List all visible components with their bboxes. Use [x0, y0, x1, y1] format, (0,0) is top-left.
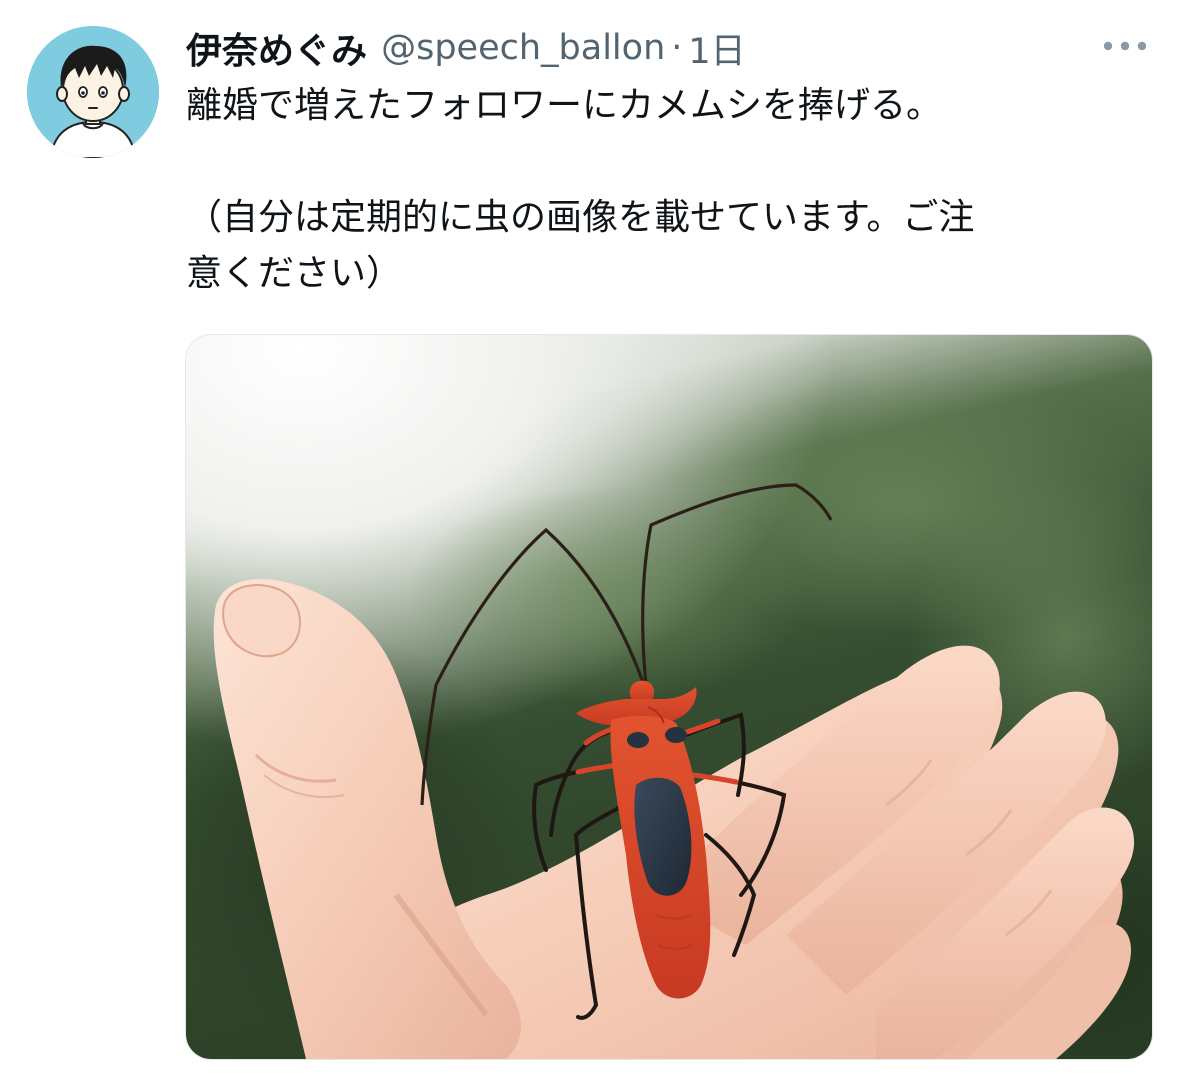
tweet[interactable]: 伊奈めぐみ @speech_ballon · 1日 離婚で増えたフォロワーにカメ…: [0, 0, 1179, 1076]
more-horizontal-icon: [1103, 41, 1147, 51]
tweet-text-line: （自分は定期的に虫の画像を載せています。ご注: [186, 197, 975, 238]
tweet-text-line: 離婚で増えたフォロワーにカメムシを捧げる。: [186, 85, 943, 126]
tweet-text: 離婚で増えたフォロワーにカメムシを捧げる。 （自分は定期的に虫の画像を載せていま…: [186, 78, 1146, 302]
tweet-image[interactable]: [185, 334, 1153, 1060]
timestamp[interactable]: 1日: [688, 23, 745, 74]
cartoon-boy-avatar-icon: [27, 26, 159, 158]
avatar[interactable]: [27, 26, 159, 158]
bug-on-hand-photo: [186, 335, 1152, 1059]
more-button[interactable]: [1098, 30, 1152, 62]
separator-dot: ·: [671, 28, 683, 68]
tweet-text-line: 意ください）: [186, 253, 403, 294]
display-name[interactable]: 伊奈めぐみ: [186, 22, 367, 74]
user-handle[interactable]: @speech_ballon: [381, 28, 665, 68]
tweet-header: 伊奈めぐみ @speech_ballon · 1日: [186, 20, 746, 76]
